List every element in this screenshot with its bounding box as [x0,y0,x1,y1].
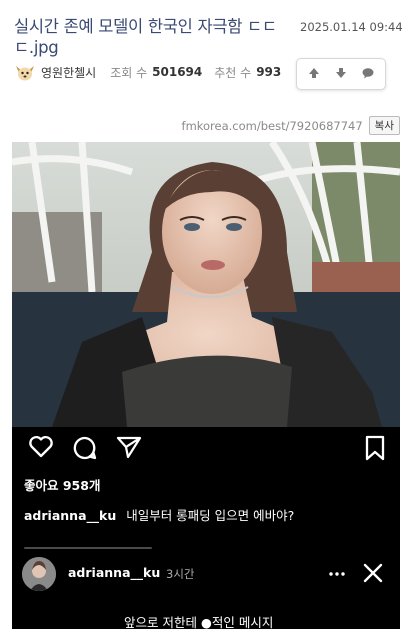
story-avatar[interactable] [22,557,56,591]
post-url-row: fmkorea.com/best/7920687747 복사 [182,116,400,135]
more-icon[interactable] [328,566,346,582]
avatar-icon [14,61,36,83]
caption-text: 내일부터 롱패딩 입으면 에바야? [126,508,295,523]
post-photo [12,142,400,427]
video-subtitle: 앞으로 저한테 ●적인 메시지 [120,612,278,629]
post-actions [28,435,386,463]
post-url[interactable]: fmkorea.com/best/7920687747 [182,119,363,133]
instagram-screenshot: 좋아요 958개 adrianna__ku 내일부터 롱패딩 입으면 에바야? … [12,142,400,629]
story-timestamp: 3시간 [166,567,195,581]
comment-icon[interactable] [72,435,98,461]
send-icon[interactable] [116,435,142,459]
recommend-count: 993 [256,65,282,79]
caption-username[interactable]: adrianna__ku [24,508,116,523]
recommend-label: 추천 수 [214,65,252,80]
author-name[interactable]: 영원한첼시 [41,64,96,81]
post-title: 실시간 존예 모델이 한국인 자극함 ㄷㄷㄷ.jpg [14,17,277,57]
close-icon[interactable] [362,562,384,584]
post-caption: adrianna__ku 내일부터 롱패딩 입으면 에바야? [24,505,294,524]
story-header: adrianna__ku 3시간 [22,557,390,591]
views-label: 조회 수 [110,65,148,80]
like-count: 좋아요 958개 [24,478,101,493]
story-username[interactable]: adrianna__ku [68,565,160,580]
vote-box [296,58,386,90]
post-meta: 영원한첼시 조회 수 501694 추천 수 993 [14,60,293,84]
views-count: 501694 [152,65,203,79]
arrow-up-icon[interactable] [307,65,321,84]
story-progress-bar [24,547,152,549]
arrow-down-icon[interactable] [334,65,348,84]
post-date: 2025.01.14 09:44 [300,20,403,34]
copy-url-button[interactable]: 복사 [368,116,400,135]
bookmark-icon[interactable] [364,435,386,461]
heart-icon[interactable] [28,435,54,459]
speech-bubble-icon[interactable] [361,65,375,84]
